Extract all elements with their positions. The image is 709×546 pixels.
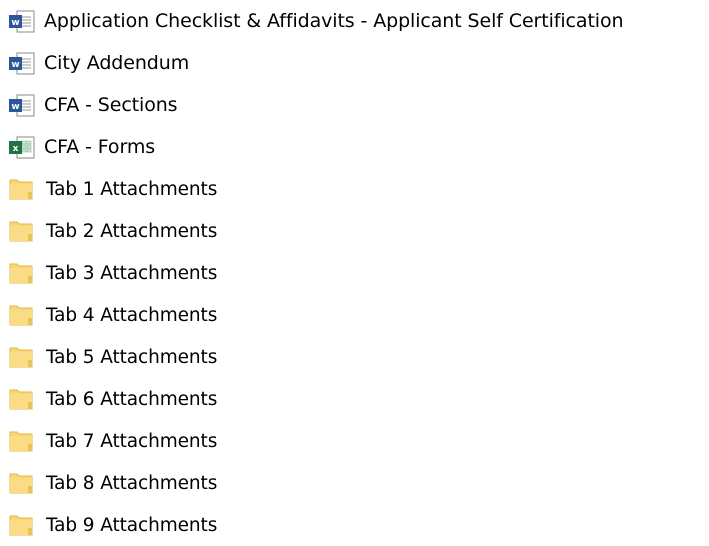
svg-text:w: w (11, 60, 19, 70)
folder-item-label: Tab 8 Attachments (46, 472, 218, 494)
folder-icon (8, 384, 38, 414)
folder-icon (8, 300, 38, 330)
folder-icon (8, 510, 38, 540)
folder-icon (8, 342, 38, 372)
file-item-cfa-forms[interactable]: x CFA - Forms (8, 126, 708, 168)
folder-item-label: Tab 3 Attachments (46, 262, 218, 284)
folder-item-label: Tab 4 Attachments (46, 304, 218, 326)
file-item-application-checklist[interactable]: w Application Checklist & Affidavits - A… (8, 0, 708, 42)
folder-item-tab-1[interactable]: Tab 1 Attachments (8, 168, 708, 210)
file-item-cfa-sections[interactable]: w CFA - Sections (8, 84, 708, 126)
folder-item-label: Tab 1 Attachments (46, 178, 218, 200)
folder-item-tab-2[interactable]: Tab 2 Attachments (8, 210, 708, 252)
folder-icon (8, 216, 38, 246)
folder-item-tab-3[interactable]: Tab 3 Attachments (8, 252, 708, 294)
folder-item-tab-6[interactable]: Tab 6 Attachments (8, 378, 708, 420)
file-list: w Application Checklist & Affidavits - A… (8, 0, 708, 546)
folder-item-tab-8[interactable]: Tab 8 Attachments (8, 462, 708, 504)
folder-item-label: Tab 6 Attachments (46, 388, 218, 410)
folder-item-label: Tab 2 Attachments (46, 220, 218, 242)
file-item-label: Application Checklist & Affidavits - App… (44, 10, 624, 32)
file-item-label: CFA - Sections (44, 94, 178, 116)
folder-icon (8, 468, 38, 498)
folder-item-tab-9[interactable]: Tab 9 Attachments (8, 504, 708, 546)
file-item-label: City Addendum (44, 52, 190, 74)
excel-workbook-icon: x (8, 132, 38, 162)
svg-text:x: x (13, 144, 19, 154)
file-item-city-addendum[interactable]: w City Addendum (8, 42, 708, 84)
folder-item-label: Tab 5 Attachments (46, 346, 218, 368)
word-document-icon: w (8, 90, 38, 120)
word-document-icon: w (8, 48, 38, 78)
folder-item-tab-7[interactable]: Tab 7 Attachments (8, 420, 708, 462)
folder-item-label: Tab 9 Attachments (46, 514, 218, 536)
word-document-icon: w (8, 6, 38, 36)
folder-item-tab-4[interactable]: Tab 4 Attachments (8, 294, 708, 336)
file-item-label: CFA - Forms (44, 136, 156, 158)
folder-icon (8, 258, 38, 288)
folder-icon (8, 426, 38, 456)
svg-text:w: w (11, 18, 19, 28)
folder-item-tab-5[interactable]: Tab 5 Attachments (8, 336, 708, 378)
folder-icon (8, 174, 38, 204)
svg-text:w: w (11, 102, 19, 112)
folder-item-label: Tab 7 Attachments (46, 430, 218, 452)
